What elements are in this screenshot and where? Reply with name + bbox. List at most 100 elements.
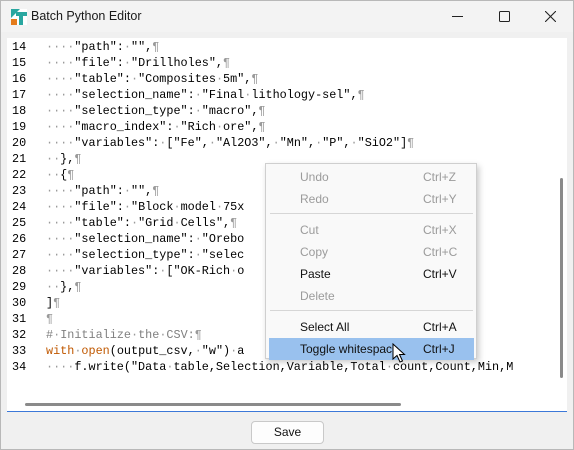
vertical-scrollbar[interactable] <box>557 38 567 398</box>
code-line[interactable]: ····f.write("Data·table,Selection,Variab… <box>46 359 513 375</box>
line-number-gutter: 14 15 16 17 18 19 20 21 22 23 24 25 26 27 28 29 30 31 32 33… <box>7 38 43 398</box>
code-line[interactable]: ····"macro_index":·"Rich·ore",¶ <box>46 119 266 135</box>
code-token: ["OK-Rich <box>166 264 231 278</box>
menu-item-delete[interactable]: Delete <box>269 285 474 307</box>
whitespace-marker: · <box>130 216 139 230</box>
whitespace-marker: ¶ <box>46 312 54 326</box>
code-line[interactable]: ····"table":·"Grid·Cells",¶ <box>46 215 237 231</box>
line-number: 28 <box>12 264 27 278</box>
code-comment: Initialize <box>60 328 131 342</box>
whitespace-marker: · <box>173 216 181 230</box>
menu-item-undo[interactable]: Undo Ctrl+Z <box>269 166 474 188</box>
whitespace-marker: ···· <box>46 104 75 118</box>
whitespace-marker: · <box>194 344 202 358</box>
code-token: "selection_name": <box>74 88 195 102</box>
code-line[interactable]: ····"selection_type":·"macro",¶ <box>46 103 266 119</box>
code-line[interactable]: ····"selection_name":·"Orebo <box>46 231 244 247</box>
line-number: 30 <box>12 296 27 310</box>
line-number: 23 <box>12 184 27 198</box>
whitespace-marker: ¶ <box>152 40 160 54</box>
menu-item-toggle-whitespace[interactable]: Toggle whitespace Ctrl+J <box>269 338 474 360</box>
minimize-icon <box>452 16 463 17</box>
line-number: 22 <box>12 168 27 182</box>
whitespace-marker: ¶ <box>357 88 365 102</box>
minimize-button[interactable] <box>434 1 480 32</box>
code-token: "SiO2"] <box>357 136 408 150</box>
code-token: "path": <box>74 184 124 198</box>
window-title: Batch Python Editor <box>31 9 142 23</box>
vertical-scroll-thumb[interactable] <box>560 178 563 378</box>
code-token: a <box>237 344 245 358</box>
code-line[interactable]: ····"table":·"Composites·5m",¶ <box>46 71 258 87</box>
code-line[interactable]: ····"selection_type":·"selec <box>46 247 244 263</box>
menu-item-label: Copy <box>300 245 329 259</box>
whitespace-marker: ¶ <box>230 216 238 230</box>
code-line[interactable]: ····"file":·"Block·model·75x <box>46 199 244 215</box>
code-token: "Drillholes", <box>130 56 224 70</box>
code-token: f.write("Data <box>74 360 167 374</box>
whitespace-marker: · <box>123 40 131 54</box>
whitespace-marker: ···· <box>46 248 75 262</box>
whitespace-marker: · <box>130 328 139 342</box>
menu-item-label: Redo <box>300 192 329 206</box>
code-token: "table": <box>74 216 131 230</box>
menu-item-copy[interactable]: Copy Ctrl+C <box>269 241 474 263</box>
menu-item-shortcut: Ctrl+V <box>423 267 457 281</box>
code-line[interactable]: ····"path":·"",¶ <box>46 183 159 199</box>
batch-python-editor-window: Batch Python Editor 14 15 16 17 18 19 20 21 22 23… <box>0 0 574 450</box>
code-line[interactable]: ····"file":·"Drillholes",¶ <box>46 55 230 71</box>
menu-item-paste[interactable]: Paste Ctrl+V <box>269 263 474 285</box>
menu-item-select-all[interactable]: Select All Ctrl+A <box>269 316 474 338</box>
code-token: "path": <box>74 40 124 54</box>
code-line[interactable]: ····"path":·"",¶ <box>46 39 159 55</box>
code-token: "selection_type": <box>74 248 195 262</box>
code-line[interactable]: with·open(output_csv,·"w")·a <box>46 343 244 359</box>
code-line[interactable]: ····"selection_name":·"Final·lithology-s… <box>46 87 365 103</box>
code-line[interactable]: ····"variables":·["Fe",·"Al2O3",·"Mn",·"… <box>46 135 414 151</box>
whitespace-marker: ···· <box>46 72 75 86</box>
menu-item-redo[interactable]: Redo Ctrl+Y <box>269 188 474 210</box>
context-menu: Undo Ctrl+Z Redo Ctrl+Y Cut Ctrl+X Copy … <box>265 163 477 360</box>
whitespace-marker: ¶ <box>194 328 202 342</box>
code-line[interactable]: ··{¶ <box>46 167 74 183</box>
horizontal-scroll-thumb[interactable] <box>25 403 401 406</box>
code-line[interactable]: ¶ <box>46 311 53 327</box>
code-token: "Al2O3", <box>215 136 273 150</box>
line-number: 32 <box>12 328 27 342</box>
close-button[interactable] <box>527 1 573 32</box>
whitespace-marker: ···· <box>46 200 75 214</box>
menu-item-shortcut: Ctrl+Y <box>423 192 457 206</box>
code-token: "Block <box>130 200 174 214</box>
menu-item-shortcut: Ctrl+X <box>423 223 457 237</box>
code-line[interactable]: ]¶ <box>46 295 60 311</box>
line-number: 27 <box>12 248 27 262</box>
code-comment: CSV: <box>166 328 195 342</box>
title-bar[interactable]: Batch Python Editor <box>1 1 573 32</box>
code-token: ore", <box>223 120 259 134</box>
code-token: "selection_name": <box>74 232 195 246</box>
whitespace-marker: · <box>173 120 181 134</box>
code-token: 75x <box>223 200 245 214</box>
code-line[interactable]: ··},¶ <box>46 279 81 295</box>
line-number: 33 <box>12 344 27 358</box>
menu-item-label: Cut <box>300 223 319 237</box>
save-button[interactable]: Save <box>251 421 324 444</box>
menu-item-cut[interactable]: Cut Ctrl+X <box>269 219 474 241</box>
code-token: model <box>180 200 216 214</box>
whitespace-marker: ·· <box>46 280 61 294</box>
menu-item-shortcut: Ctrl+A <box>423 320 457 334</box>
app-logo-icon <box>11 9 27 25</box>
line-number: 20 <box>12 136 27 150</box>
whitespace-marker: ¶ <box>251 72 259 86</box>
code-token: o <box>237 264 245 278</box>
code-line[interactable]: ··},¶ <box>46 151 81 167</box>
code-line[interactable]: #·Initialize·the·CSV:¶ <box>46 327 202 343</box>
whitespace-marker: · <box>350 136 358 150</box>
code-line[interactable]: ····"variables":·["OK-Rich·o <box>46 263 244 279</box>
code-token: }, <box>60 152 75 166</box>
line-number: 21 <box>12 152 27 166</box>
whitespace-marker: ¶ <box>223 56 231 70</box>
horizontal-scrollbar[interactable] <box>7 398 557 411</box>
maximize-button[interactable] <box>481 1 527 32</box>
code-token: "table": <box>74 72 131 86</box>
